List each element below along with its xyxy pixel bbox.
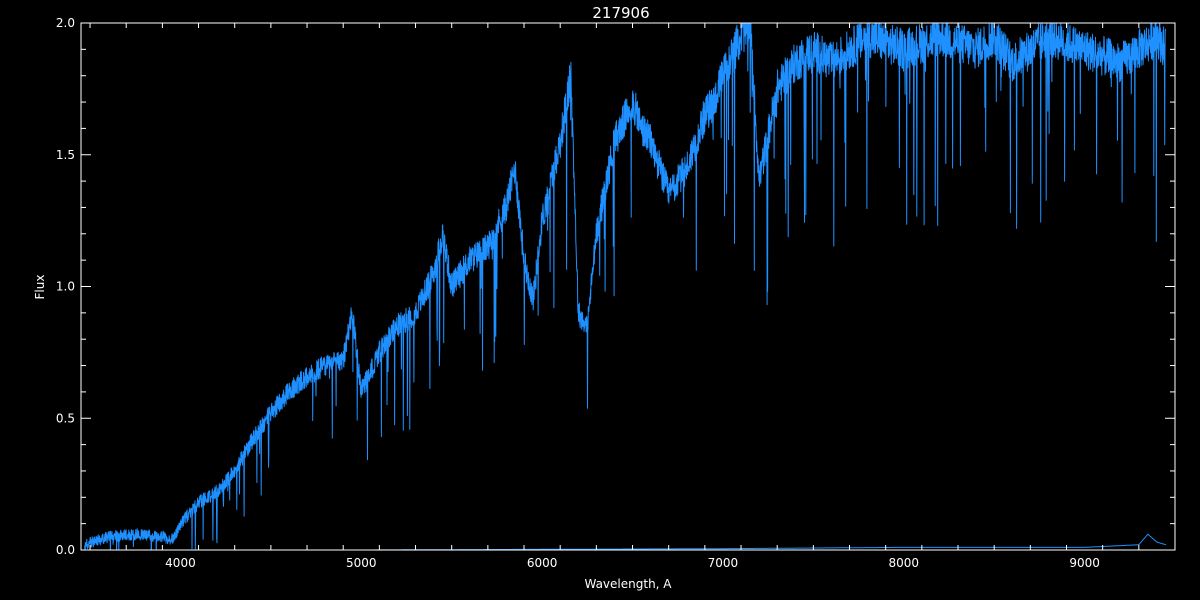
spectrum-chart: 217906 4000 5000 6000 7000 8000 9000 0.0 0.5 1.…: [0, 0, 1200, 600]
x-tick-label: 5000: [346, 556, 377, 570]
x-axis-label: Wavelength, A: [584, 577, 672, 591]
y-axis-label: Flux: [33, 275, 47, 300]
x-tick-label: 9000: [1069, 556, 1100, 570]
y-tick-label: 1.5: [56, 148, 75, 162]
y-tick-label: 0.5: [56, 411, 75, 425]
x-tick-label: 6000: [527, 556, 558, 570]
x-tick-label: 7000: [708, 556, 739, 570]
y-tick-label: 1.0: [56, 280, 75, 294]
x-tick-label: 8000: [888, 556, 919, 570]
y-tick-label: 2.0: [56, 16, 75, 30]
x-tick-label: 4000: [165, 556, 196, 570]
y-tick-label: 0.0: [56, 543, 75, 557]
chart-title: 217906: [592, 4, 649, 22]
chart-background: [0, 0, 1200, 600]
